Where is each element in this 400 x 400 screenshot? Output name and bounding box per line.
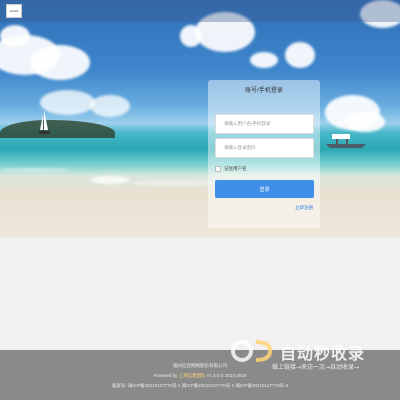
cloud — [345, 112, 385, 132]
hero-background — [0, 0, 400, 237]
sailboat-icon — [39, 110, 50, 134]
wave — [90, 176, 130, 184]
register-link[interactable]: 立即注册 — [295, 205, 313, 211]
login-panel: 账号/手机登录 请输入用户名/手机登录 请输入登录密码 记住用户名 登录 立即注… — [208, 80, 320, 228]
username-input[interactable]: 请输入用户名/手机登录 — [215, 114, 314, 134]
cloud — [90, 95, 130, 117]
password-input[interactable]: 请输入登录密码 — [215, 138, 314, 158]
footer-powered-prefix: Powered by — [153, 373, 178, 378]
site-logo[interactable]: LOGO — [6, 4, 22, 18]
island — [0, 120, 115, 138]
footer-icp[interactable]: 备案号: 闽ICP备20210127770号-1 闽ICP备2021012777… — [0, 383, 400, 389]
login-button[interactable]: 登录 — [215, 180, 314, 198]
login-title: 账号/手机登录 — [245, 88, 283, 94]
remember-label: 记住用户名 — [224, 166, 247, 171]
watermark-sub-text: 做上链接→来访一次→自动收录→ — [272, 364, 360, 371]
cloud — [30, 45, 90, 80]
top-bar: LOGO — [0, 0, 400, 22]
wave — [130, 180, 220, 186]
remember-row: 记住用户名 — [215, 166, 247, 172]
remember-checkbox[interactable] — [215, 166, 221, 172]
watermark-main-text: 自动秒收录 — [280, 344, 366, 363]
cloud — [250, 52, 278, 68]
cloud — [0, 25, 30, 47]
footer-powered-link[interactable]: 上海信建团队 — [179, 373, 206, 378]
wave — [0, 168, 70, 172]
boat-icon — [326, 134, 366, 148]
watermark: 自动秒收录 做上链接→来访一次→自动收录→ — [226, 330, 381, 382]
watermark-logo-icon — [231, 340, 273, 362]
cloud — [285, 42, 315, 68]
